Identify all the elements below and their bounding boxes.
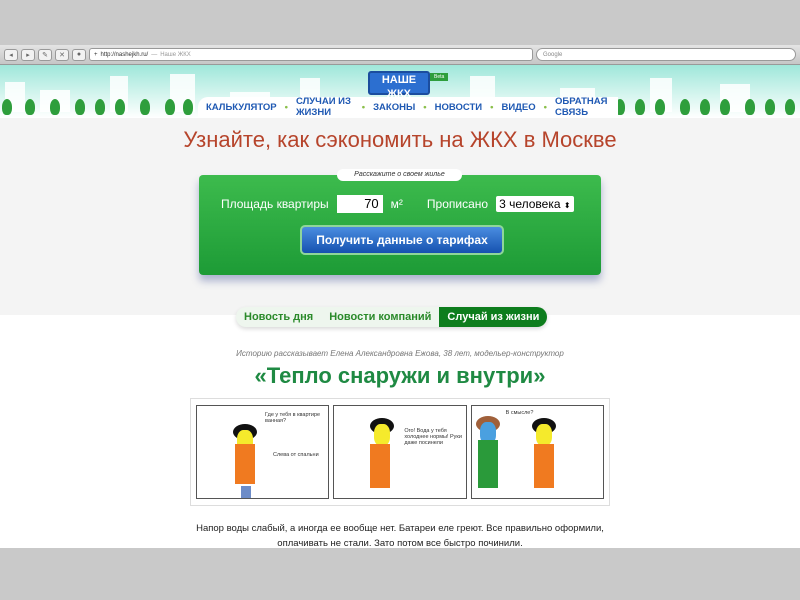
site-logo[interactable]: НАШЕ ЖКХв Москве	[368, 71, 430, 106]
news-tabs: Новость дня Новости компаний Случай из ж…	[236, 307, 548, 327]
nav-laws[interactable]: ЗАКОНЫ	[373, 102, 415, 113]
search-input[interactable]: Google	[536, 48, 796, 61]
edit-icon[interactable]: ✎	[38, 48, 52, 61]
nav-feedback[interactable]: ОБРАТНАЯ СВЯЗЬ	[555, 96, 610, 118]
main-nav: КАЛЬКУЛЯТОР • СЛУЧАИ ИЗ ЖИЗНИ • ЗАКОНЫ • НО…	[198, 96, 618, 118]
residents-label: Прописано	[426, 197, 489, 211]
form-tag: Расскажите о своем жилье	[337, 169, 462, 181]
browser-window: ◂ ▸ ✎ ✕ ● + http://nashejkh.ru/— Наше ЖКХ …	[0, 45, 800, 548]
area-unit: м²	[390, 197, 403, 211]
story-byline: Историю рассказывает Елена Александровна…	[236, 349, 564, 358]
tools-icon[interactable]: ✕	[55, 48, 69, 61]
browser-toolbar: ◂ ▸ ✎ ✕ ● + http://nashejkh.ru/— Наше ЖКХ …	[0, 45, 800, 65]
calculator-form: Расскажите о своем жилье Площадь квартир…	[199, 169, 601, 275]
evernote-icon[interactable]: ●	[72, 48, 86, 61]
plus-icon: +	[94, 51, 98, 58]
residents-select[interactable]: 3 человека ⬍	[496, 196, 574, 212]
page-title: Узнайте, как сэкономить на ЖКХ в Москве	[183, 127, 617, 152]
address-bar[interactable]: + http://nashejkh.ru/— Наше ЖКХ	[89, 48, 533, 61]
story-title: «Тепло снаружи и внутри»	[254, 363, 546, 388]
nav-life-cases[interactable]: СЛУЧАИ ИЗ ЖИЗНИ	[296, 96, 354, 118]
comic-panel-2: Ого! Вода у тебя холоднее нормы! Руки да…	[333, 405, 467, 499]
select-arrows-icon: ⬍	[563, 201, 571, 210]
nav-calculator[interactable]: КАЛЬКУЛЯТОР	[206, 102, 277, 113]
comic-panel-3: В смысле?	[470, 405, 604, 499]
story-caption: Напор воды слабый, а иногда ее вообще не…	[196, 523, 604, 548]
tab-company-news[interactable]: Новости компаний	[321, 307, 439, 327]
tab-life-case[interactable]: Случай из жизни	[439, 307, 548, 327]
site-header: НАШЕ ЖКХв Москве Beta КАЛЬКУЛЯТОР •СЛУЧА…	[0, 65, 800, 118]
area-label: Площадь квартиры	[221, 197, 329, 211]
forward-button[interactable]: ▸	[21, 48, 35, 61]
nav-news[interactable]: НОВОСТИ	[435, 102, 483, 113]
tab-news-of-day[interactable]: Новость дня	[236, 307, 321, 327]
back-button[interactable]: ◂	[4, 48, 18, 61]
area-input[interactable]: 70	[336, 195, 383, 213]
comic-panel-1: Где у тебя в квартире ванная? Слева от с…	[196, 405, 330, 499]
beta-badge: Beta	[430, 73, 449, 81]
comic-strip: Где у тебя в квартире ванная? Слева от с…	[190, 398, 610, 506]
get-tariffs-button[interactable]: Получить данные о тарифах	[300, 225, 504, 255]
nav-video[interactable]: ВИДЕО	[501, 102, 535, 113]
